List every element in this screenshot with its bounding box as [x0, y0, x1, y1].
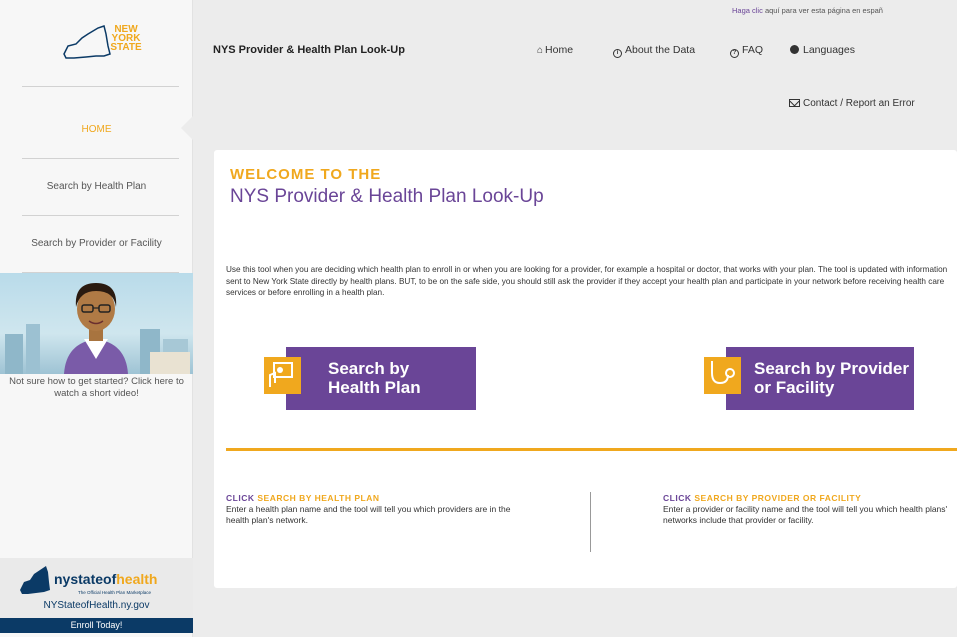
enroll-today-button[interactable]: Enroll Today! — [0, 618, 193, 633]
site-title: NYS Provider & Health Plan Look-Up — [213, 44, 405, 56]
info-icon: i — [613, 49, 622, 58]
nav-home[interactable]: ⌂ Home — [537, 44, 573, 56]
sidebar-divider — [22, 215, 179, 216]
mail-icon — [789, 99, 800, 107]
nystateofhealth-banner[interactable]: nystateofhealth The Official Health Plan… — [0, 558, 193, 624]
logo-text: NEW YORK STATE — [110, 24, 142, 53]
question-icon: ? — [730, 49, 739, 58]
sidebar-item-health-plan[interactable]: Search by Health Plan — [0, 181, 193, 192]
spanish-link[interactable]: Haga clic — [732, 6, 763, 15]
globe-icon — [790, 45, 799, 54]
sidebar-divider — [22, 158, 179, 159]
search-provider-button[interactable]: Search by Provider or Facility — [704, 347, 914, 410]
nav-languages[interactable]: Languages — [790, 44, 855, 56]
nav-faq[interactable]: ? FAQ — [730, 44, 763, 58]
search-provider-label: Search by Provider or Facility — [754, 359, 909, 397]
video-caption[interactable]: Not sure how to get started? Click here … — [0, 376, 193, 400]
intro-text: Use this tool when you are deciding whic… — [226, 265, 948, 297]
col2-text: Enter a provider or facility name and th… — [663, 504, 948, 525]
spanish-link-notice: Haga clic aquí para ver esta página en e… — [732, 6, 883, 15]
stethoscope-icon — [704, 357, 741, 394]
video-thumbnail[interactable] — [0, 273, 193, 374]
col2-title: CLICK SEARCH BY PROVIDER OR FACILITY — [663, 493, 862, 503]
health-plan-card-icon — [264, 357, 301, 394]
col1-text: Enter a health plan name and the tool wi… — [226, 504, 511, 525]
sidebar-divider — [22, 86, 179, 87]
brand-url: NYStateofHealth.ny.gov — [43, 600, 150, 611]
brand-name: nystateofhealth — [54, 571, 158, 587]
search-health-plan-button[interactable]: Search by Health Plan — [264, 347, 476, 410]
page-heading: NYS Provider & Health Plan Look-Up — [230, 186, 544, 207]
contact-link[interactable]: Contact / Report an Error — [789, 98, 915, 109]
ny-state-map-icon — [20, 566, 50, 594]
nav-about[interactable]: i About the Data — [613, 44, 695, 58]
search-health-plan-label: Search by Health Plan — [328, 359, 421, 397]
column-divider — [590, 492, 591, 552]
sidebar-item-provider[interactable]: Search by Provider or Facility — [0, 238, 193, 249]
nys-logo[interactable]: NEW YORK STATE — [58, 22, 168, 68]
sidebar-item-home[interactable]: HOME — [0, 124, 193, 135]
main-card: WELCOME TO THE NYS Provider & Health Pla… — [214, 150, 957, 588]
presenter-avatar — [64, 283, 128, 374]
home-icon: ⌂ — [537, 45, 544, 56]
section-divider — [226, 448, 957, 451]
welcome-label: WELCOME TO THE — [230, 166, 382, 183]
active-indicator — [181, 116, 193, 140]
sidebar: NEW YORK STATE HOME Search by Health Pla… — [0, 0, 193, 637]
brand-tagline: The Official Health Plan Marketplace — [78, 590, 151, 595]
col1-title: CLICK SEARCH BY HEALTH PLAN — [226, 493, 380, 503]
